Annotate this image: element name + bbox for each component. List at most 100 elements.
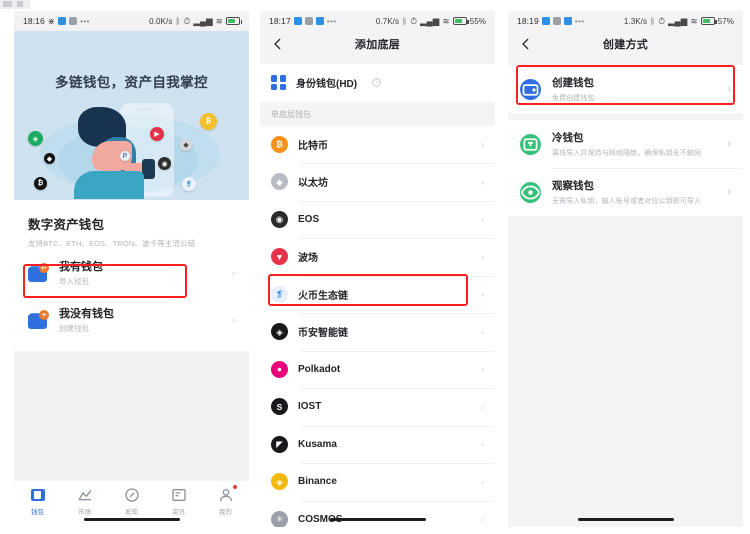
status-bar-3: 18:19 ••• 1.3K/s ᛒ ⏱ ▂▄▆ ≋ 57% <box>508 11 743 31</box>
token-icon-trx: ▶ <box>150 127 164 141</box>
help-icon[interactable]: ? <box>372 78 382 88</box>
wallet-icon <box>30 487 46 503</box>
news-icon <box>171 487 187 503</box>
token-icon-eos: ◈ <box>28 131 43 146</box>
gray-app-icon <box>552 17 561 25</box>
chain-list: ₿ 比特币 › ◆ 以太坊 › ◉ EOS › ▼ 波场 › ❡ 火币生态链 › ◈ 币安智能链 › ● Polkad… <box>260 125 495 527</box>
card-subtitle: 支持BTC、ETH、EOS、TRON、波卡等主流公链 <box>28 239 196 248</box>
chain-coin-icon: ◉ <box>271 210 288 228</box>
token-icon-dot: ◉ <box>158 157 171 170</box>
alarm-icon: ⏱ <box>410 15 418 26</box>
option-create-wallet[interactable]: 创建钱包 免费创建钱包 › <box>508 65 743 113</box>
more-dots-icon: ••• <box>574 16 585 26</box>
chain-row[interactable]: ◤ Kusama › <box>260 425 495 463</box>
chain-row[interactable]: ◆ 以太坊 › <box>260 163 495 201</box>
status-time: 18:17 <box>269 16 291 26</box>
bluetooth-icon: ᛒ <box>175 15 181 26</box>
chain-coin-icon: ◈ <box>271 473 288 491</box>
chevron-right-icon: › <box>481 251 484 262</box>
chain-name: Binance <box>298 476 337 488</box>
battery-icon <box>452 17 469 25</box>
gray-app-icon <box>304 17 313 25</box>
page-title: 创建方式 <box>602 39 649 51</box>
have-wallet-subtitle: 导入钱包 <box>59 277 89 286</box>
chain-name: 比特币 <box>298 140 328 152</box>
corner-artifact <box>0 0 30 9</box>
status-time: 18:16 <box>23 16 45 26</box>
option-watch-title: 观察钱包 <box>552 180 594 192</box>
chevron-right-icon: › <box>481 476 484 487</box>
hero-illustration: ◈ ◆ ₿ ▶ ◉ ◆ ₿ ❡ P <box>14 97 249 200</box>
blue-app-icon <box>541 17 550 25</box>
other-options-block: 冷钱包 离线导入并保持与网络隔绝，确保私钥永不触网 › 观察钱包 无需导入私钥，… <box>508 120 743 216</box>
chain-row[interactable]: ❡ 火币生态链 › <box>260 275 495 313</box>
blue-app-icon-2 <box>563 17 572 25</box>
back-icon[interactable] <box>519 37 533 51</box>
tab-news[interactable]: 资讯 <box>155 487 202 516</box>
network-speed: 0.0K/s <box>149 16 173 26</box>
import-badge-icon: ↵ <box>39 263 49 273</box>
option-watch-subtitle: 无需导入私钥，输入账号或者对应公钥即可导入 <box>552 198 702 205</box>
chain-coin-icon: ❡ <box>271 285 288 303</box>
create-wallet-option-block: 创建钱包 免费创建钱包 › <box>508 65 743 113</box>
chain-row[interactable]: ◈ 币安智能链 › <box>260 313 495 351</box>
chevron-right-icon: › <box>481 514 484 525</box>
chain-coin-icon: ◈ <box>271 323 288 341</box>
chain-coin-icon: ▼ <box>271 248 288 266</box>
create-wallet-icon <box>520 78 541 100</box>
blue-app-icon <box>293 17 302 25</box>
chain-name: Kusama <box>298 438 337 450</box>
hero-banner: 多链钱包，资产自我掌控 ◈ ◆ ₿ ▶ ◉ ◆ ₿ ❡ P <box>14 31 249 200</box>
identity-wallet-label: 身份钱包(HD) <box>296 79 358 91</box>
hero-title: 多链钱包，资产自我掌控 <box>55 75 208 90</box>
chevron-right-icon: › <box>727 138 731 150</box>
signal-icon: ▂▄▆ <box>420 15 440 26</box>
chain-row[interactable]: S IOST › <box>260 388 495 426</box>
chain-row[interactable]: ◉ EOS › <box>260 200 495 238</box>
chain-row[interactable]: ₿ 比特币 › <box>260 125 495 163</box>
chevron-right-icon: › <box>481 364 484 375</box>
chain-coin-icon: ✳ <box>271 510 288 527</box>
no-wallet-row[interactable]: + 我没有钱包 创建钱包 › <box>28 296 235 343</box>
option-cold-wallet[interactable]: 冷钱包 离线导入并保持与网络隔绝，确保私钥永不触网 › <box>508 120 743 168</box>
tab-market[interactable]: 市场 <box>61 487 108 516</box>
token-icon-btc2: ₿ <box>34 177 47 190</box>
have-wallet-row[interactable]: ↵ 我有钱包 导入钱包 › <box>28 249 235 296</box>
compass-icon <box>124 487 140 503</box>
chevron-right-icon: › <box>481 289 484 300</box>
watch-wallet-icon <box>520 181 541 203</box>
chain-name: Polkadot <box>298 363 341 375</box>
chain-row[interactable]: ◈ Binance › <box>260 463 495 501</box>
chain-row[interactable]: ● Polkadot › <box>260 350 495 388</box>
tab-discover[interactable]: 发现 <box>108 487 155 516</box>
tab-wallet[interactable]: 钱包 <box>14 487 61 516</box>
identity-wallet-row[interactable]: 身份钱包(HD) ? <box>260 64 495 102</box>
phone-screen-onboarding: 18:16 ⋇ ••• 0.0K/s ᛒ ⏱ ▂▄▆ ≋ 多链钱包，资产自我掌控 <box>14 11 249 527</box>
chevron-right-icon: › <box>481 326 484 337</box>
network-speed: 1.3K/s <box>623 16 648 26</box>
tab-market-label: 市场 <box>78 509 91 516</box>
group-label-single-chain: 单底层钱包 <box>260 101 495 126</box>
chevron-right-icon: › <box>232 314 235 325</box>
signal-icon: ▂▄▆ <box>668 15 688 26</box>
profile-badge-dot <box>232 485 237 489</box>
token-icon-eth: ◆ <box>44 153 55 164</box>
alarm-icon: ⏱ <box>658 15 666 26</box>
chevron-right-icon: › <box>481 401 484 412</box>
identity-wallet-block: 身份钱包(HD) ? <box>260 64 495 102</box>
more-dots-icon: ••• <box>80 16 90 26</box>
home-indicator <box>83 518 180 521</box>
cold-wallet-icon <box>520 133 541 155</box>
tab-profile[interactable]: 我的 <box>202 485 249 516</box>
back-icon[interactable] <box>271 37 285 51</box>
battery-percent: 57% <box>717 16 734 26</box>
create-badge-icon: + <box>39 310 49 320</box>
home-indicator <box>329 518 426 521</box>
wifi-icon: ≋ <box>442 15 450 26</box>
wifi-icon: ≋ <box>690 15 698 26</box>
chain-row[interactable]: ✳ COSMOS › <box>260 500 495 527</box>
bluetooth-icon: ᛒ <box>650 15 656 26</box>
chevron-right-icon: › <box>481 139 484 150</box>
option-watch-wallet[interactable]: 观察钱包 无需导入私钥，输入账号或者对应公钥即可导入 › <box>508 168 743 216</box>
chain-row[interactable]: ▼ 波场 › <box>260 238 495 276</box>
